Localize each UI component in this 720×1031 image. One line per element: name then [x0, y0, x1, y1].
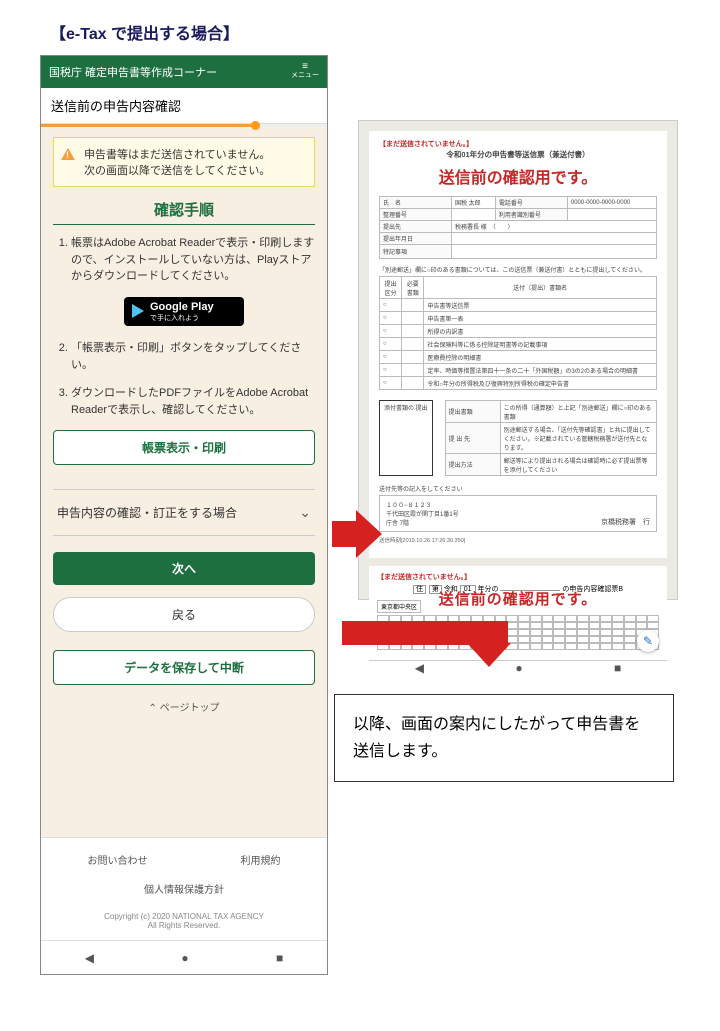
footer-privacy[interactable]: 個人情報保護方針: [41, 881, 327, 908]
page-top-link[interactable]: ページトップ: [53, 699, 315, 714]
step-2: 「帳票表示・印刷」ボタンをタップしてください。: [71, 340, 315, 373]
print-button[interactable]: 帳票表示・印刷: [53, 430, 315, 465]
alert-box: 申告書等はまだ送信されていません。 次の画面以降で送信をしてください。: [53, 137, 315, 187]
edit-fab[interactable]: ✎: [637, 630, 659, 652]
timestamp: 送信時刻[2019.10.26 17:26:30.350]: [379, 536, 657, 544]
menu-button[interactable]: ≡ メニュー: [291, 65, 319, 80]
doc1: 【まだ送信されていません。】 令和01年分の申告書等送信票（兼送付書） 送信前の…: [369, 131, 667, 558]
steps-list-2: 「帳票表示・印刷」ボタンをタップしてください。 ダウンロードしたPDFファイルを…: [53, 340, 315, 418]
google-play-badge[interactable]: Google Play で手に入れよう: [124, 297, 244, 327]
appbar: 国税庁 確定申告書等作成コーナー ≡ メニュー: [41, 56, 327, 88]
doc1-note: 「別途郵送」欄に○印のある書類については、この送信票（兼送付書）とともに提出して…: [379, 265, 657, 274]
doc1-addr-table: 提出書類この所得（通算額）と上記「別途郵送」欄に○印のある書類 提 出 先別途郵…: [445, 400, 657, 476]
back-button[interactable]: 戻る: [53, 597, 315, 632]
phone-frame: 国税庁 確定申告書等作成コーナー ≡ メニュー 送信前の申告内容確認 申告書等は…: [40, 55, 328, 975]
hamburger-icon: ≡: [302, 65, 308, 69]
doc1-title: 令和01年分の申告書等送信票（兼送付書）: [379, 149, 657, 160]
doc1-header-table: 氏 名国税 太郎電話番号0000-0000-0000-0000 整理番号利用者識…: [379, 196, 657, 259]
next-button[interactable]: 次へ: [53, 552, 315, 585]
confirm-stamp: 送信前の確認用です。: [379, 164, 657, 188]
content-area: 申告書等はまだ送信されていません。 次の画面以降で送信をしてください。 確認手順…: [41, 127, 327, 837]
nav-back-icon-2[interactable]: ◀: [415, 661, 424, 675]
subheader: 送信前の申告内容確認: [41, 88, 327, 124]
step-1: 帳票はAdobe Acrobat Readerで表示・印刷しますので、インストー…: [71, 235, 315, 285]
page-title: 【e-Tax で提出する場合】: [50, 20, 239, 44]
office: 京橋税務署 行: [601, 517, 650, 527]
step-3: ダウンロードしたPDFファイルをAdobe Acrobat Readerで表示し…: [71, 385, 315, 418]
nosend-label: 【まだ送信されていません。】: [379, 139, 657, 149]
nav-home-icon-2[interactable]: ●: [515, 661, 522, 675]
nav-home-icon[interactable]: ●: [181, 951, 188, 965]
section-title: 確認手順: [53, 199, 315, 225]
save-suspend-button[interactable]: データを保存して中断: [53, 650, 315, 685]
gplay-small: で手に入れよう: [150, 315, 199, 322]
footer: お問い合わせ 利用規約 個人情報保護方針 Copyright (c) 2020 …: [41, 837, 327, 940]
nav-recent-icon-2[interactable]: ■: [614, 661, 621, 675]
copyright: Copyright (c) 2020 NATIONAL TAX AGENCY: [41, 912, 327, 921]
menu-label: メニュー: [291, 70, 319, 80]
android-nav: ◀ ● ■: [41, 940, 327, 974]
nav-back-icon[interactable]: ◀: [85, 951, 94, 965]
steps-list: 帳票はAdobe Acrobat Readerで表示・印刷しますので、インストー…: [53, 235, 315, 285]
sendto-label: 送付先等の記入をしてください: [379, 484, 657, 493]
rights: All Rights Reserved.: [41, 921, 327, 930]
confirm-stamp-2: 送信前の確認用です。: [369, 588, 667, 609]
doc2: 【まだ送信されていません。】 住 第 令和 01 年分の の申告内容確認票B 東…: [369, 566, 667, 660]
zip: １００−８１２３: [386, 500, 459, 509]
preview-frame: 【まだ送信されていません。】 令和01年分の申告書等送信票（兼送付書） 送信前の…: [358, 120, 678, 600]
footer-contact[interactable]: お問い合わせ: [88, 852, 148, 867]
footer-terms[interactable]: 利用規約: [241, 852, 281, 867]
callout-box: 以降、画面の案内にしたがって申告書を送信します。: [334, 694, 674, 782]
alert-line1: 申告書等はまだ送信されていません。: [84, 146, 306, 162]
gplay-big: Google Play: [150, 301, 214, 313]
appbar-title: 国税庁 確定申告書等作成コーナー: [49, 64, 217, 80]
chevron-down-icon: [299, 504, 311, 521]
doc1-list-table: 提出 区分必要書類送付（提出）書類名 ○申告書等送信票 ○申告書第一表 ○所得の…: [379, 276, 657, 390]
preview-android-nav: ◀ ● ■: [369, 660, 667, 675]
arrow-down: [342, 621, 508, 645]
collapse-row[interactable]: 申告内容の確認・訂正をする場合: [53, 489, 315, 536]
addr: 千代田区霞が関丁目1番1号 庁舎 7階: [386, 509, 459, 527]
arrow-right: [332, 510, 382, 558]
alert-line2: 次の画面以降で送信をしてください。: [84, 162, 306, 178]
play-triangle-icon: [132, 304, 144, 318]
nav-recent-icon[interactable]: ■: [276, 951, 283, 965]
addr-box-label: 添付書類の 提出: [379, 400, 433, 476]
collapse-label: 申告内容の確認・訂正をする場合: [57, 504, 237, 521]
nosend-label-2: 【まだ送信されていません。】: [377, 572, 659, 582]
